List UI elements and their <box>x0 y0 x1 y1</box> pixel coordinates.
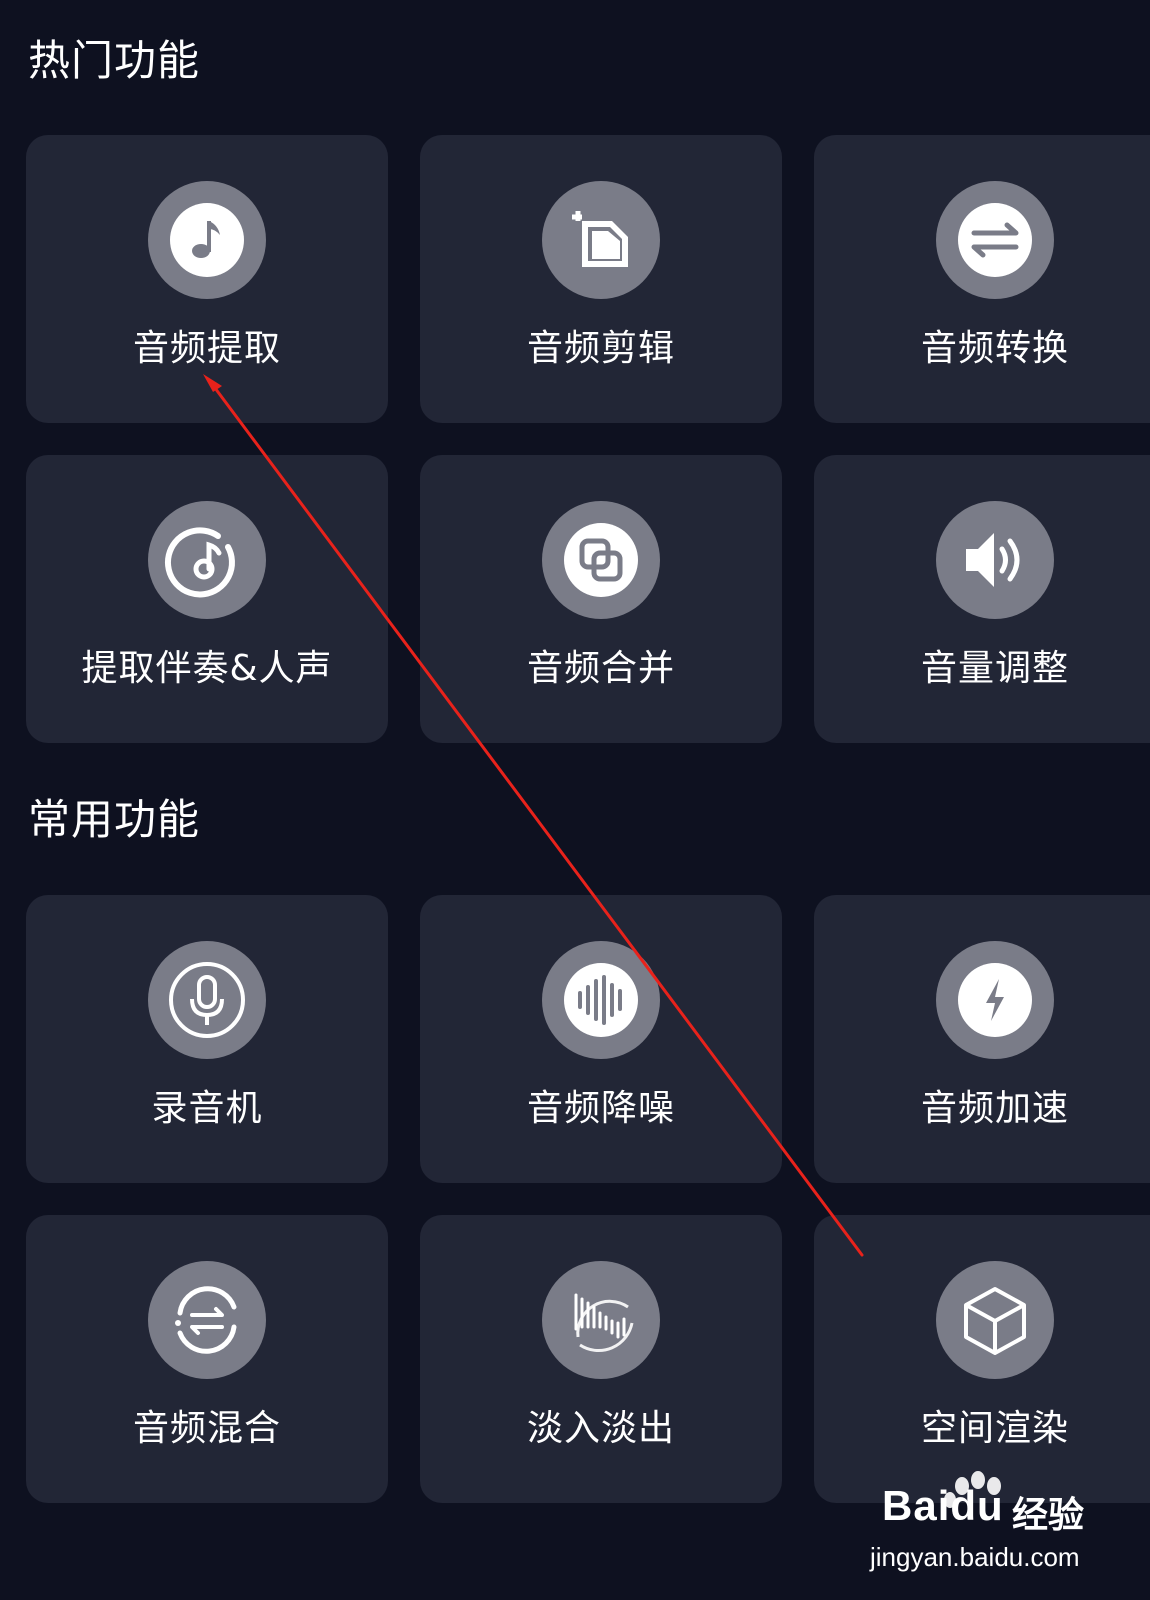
watermark: Baidu 经验 jingyan.baidu.com <box>862 1470 1112 1590</box>
feature-label: 音频转换 <box>920 328 1069 369</box>
watermark-domain: jingyan.baidu.com <box>870 1542 1080 1572</box>
feature-card-audio-convert[interactable]: 音频转换 <box>814 135 1150 423</box>
crop-icon <box>542 181 660 299</box>
feature-card-spatial-render[interactable]: 空间渲染 <box>814 1215 1150 1503</box>
swap-arrows-icon <box>936 181 1054 299</box>
feature-card-audio-extract[interactable]: 音频提取 <box>26 135 388 423</box>
section-title-common: 常用功能 <box>28 795 201 844</box>
music-note-icon <box>148 181 266 299</box>
feature-label: 音频提取 <box>132 328 281 369</box>
app-screen: 热门功能 音频提取 音频剪辑 音频转换 提取伴奏&人声 音频合并 音量调整 常用… <box>0 0 1150 1600</box>
feature-label: 音频降噪 <box>526 1088 675 1129</box>
feature-card-audio-merge[interactable]: 音频合并 <box>420 455 782 743</box>
feature-card-fade[interactable]: 淡入淡出 <box>420 1215 782 1503</box>
feature-label: 录音机 <box>151 1088 263 1129</box>
feature-label: 音频剪辑 <box>526 328 675 369</box>
feature-label: 空间渲染 <box>920 1408 1069 1449</box>
feature-label: 淡入淡出 <box>526 1408 675 1449</box>
mix-cycle-icon <box>148 1261 266 1379</box>
microphone-icon <box>148 941 266 1059</box>
feature-label: 音频合并 <box>526 648 675 689</box>
waveform-icon <box>542 941 660 1059</box>
feature-label: 音频混合 <box>132 1408 281 1449</box>
feature-card-recorder[interactable]: 录音机 <box>26 895 388 1183</box>
feature-card-vocal-extract[interactable]: 提取伴奏&人声 <box>26 455 388 743</box>
lightning-icon <box>936 941 1054 1059</box>
feature-card-noise-reduction[interactable]: 音频降噪 <box>420 895 782 1183</box>
watermark-cn: 经验 <box>1012 1495 1085 1536</box>
feature-card-volume-adjust[interactable]: 音量调整 <box>814 455 1150 743</box>
feature-card-audio-edit[interactable]: 音频剪辑 <box>420 135 782 423</box>
feature-label: 音频加速 <box>920 1088 1069 1129</box>
feature-label: 音量调整 <box>920 648 1069 689</box>
volume-icon <box>936 501 1054 619</box>
fade-icon <box>542 1261 660 1379</box>
merge-icon <box>542 501 660 619</box>
watermark-brand: Baidu <box>882 1482 1004 1529</box>
feature-card-audio-speed[interactable]: 音频加速 <box>814 895 1150 1183</box>
feature-card-audio-mix[interactable]: 音频混合 <box>26 1215 388 1503</box>
feature-label: 提取伴奏&人声 <box>81 648 333 689</box>
section-title-hot: 热门功能 <box>28 36 201 85</box>
vocal-extract-icon <box>148 501 266 619</box>
cube-icon <box>936 1261 1054 1379</box>
